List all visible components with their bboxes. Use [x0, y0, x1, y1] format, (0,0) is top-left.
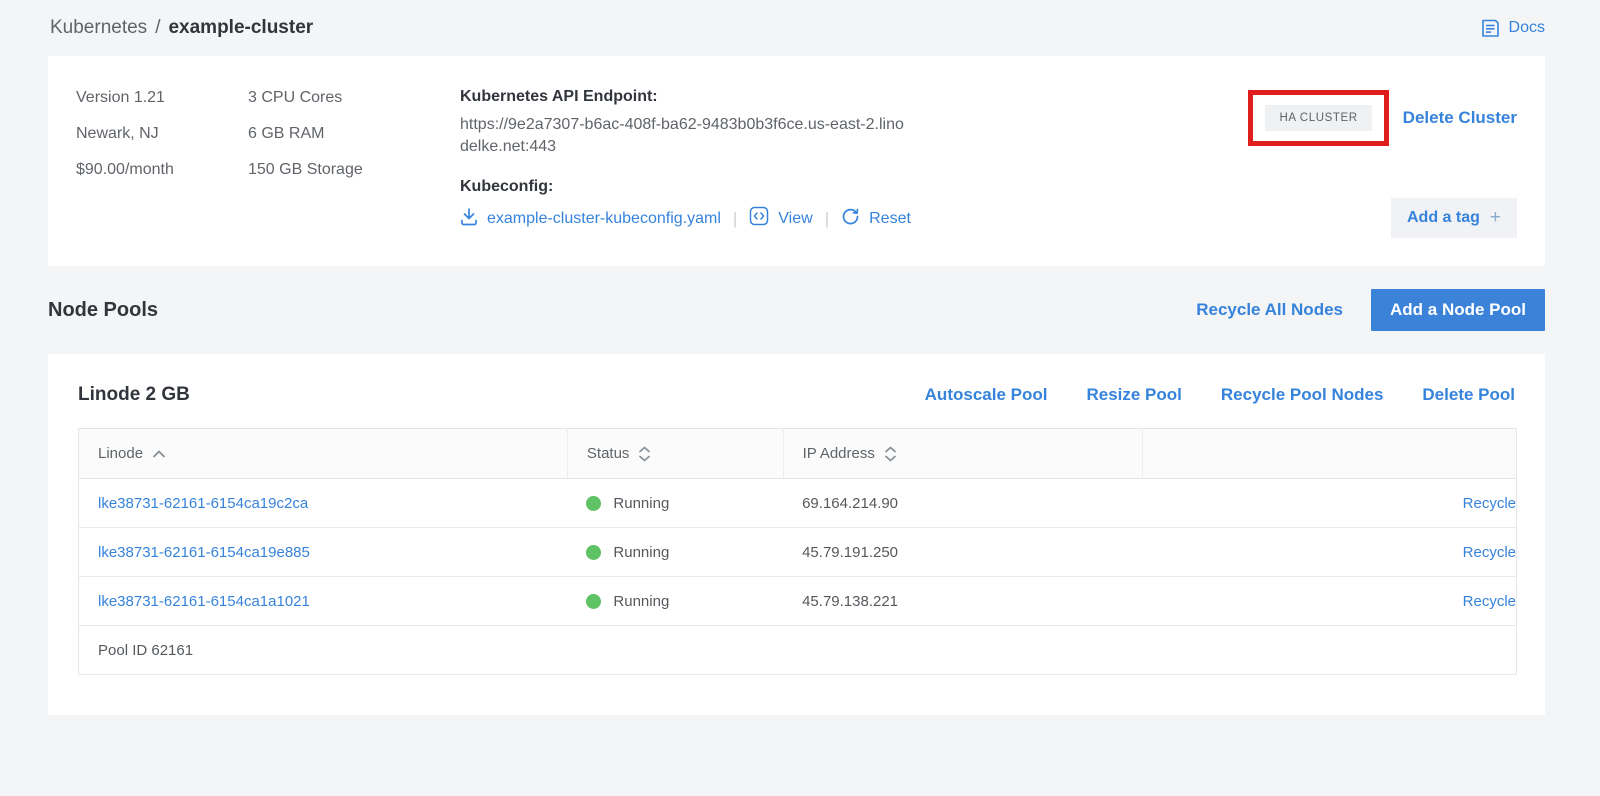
node-pools-title: Node Pools	[48, 299, 158, 322]
cluster-specs: Version 1.21 Newark, NJ $90.00/month 3 C…	[76, 80, 460, 238]
node-link[interactable]: lke38731-62161-6154ca1a1021	[98, 593, 310, 610]
kubeconfig-filename: example-cluster-kubeconfig.yaml	[487, 210, 721, 228]
kubeconfig-download-link[interactable]: example-cluster-kubeconfig.yaml	[460, 207, 721, 231]
view-label: View	[778, 210, 812, 228]
pool-id-label: Pool ID 62161	[79, 626, 1517, 675]
add-tag-label: Add a tag	[1407, 209, 1480, 227]
status-label: Running	[613, 593, 669, 610]
status-running-icon	[586, 545, 601, 560]
sort-both-icon	[638, 446, 651, 462]
recycle-node-button[interactable]: Recycle	[1463, 495, 1516, 512]
endpoint-block: Kubernetes API Endpoint: https://9e2a730…	[460, 80, 960, 238]
node-pool-card: Linode 2 GB Autoscale Pool Resize Pool R…	[48, 354, 1545, 715]
autoscale-pool-button[interactable]: Autoscale Pool	[925, 385, 1048, 405]
divider: |	[825, 209, 829, 229]
spec-cpu: 3 CPU Cores	[248, 89, 460, 107]
spec-version: Version 1.21	[76, 89, 248, 107]
code-view-icon	[749, 206, 769, 231]
sort-by-status[interactable]: Status	[587, 445, 652, 462]
kubeconfig-label: Kubeconfig:	[460, 178, 960, 196]
node-ip: 45.79.191.250	[783, 528, 1143, 577]
column-header-status: Status	[587, 445, 630, 462]
plus-icon: +	[1490, 207, 1501, 229]
sort-by-ip[interactable]: IP Address	[803, 445, 897, 462]
node-link[interactable]: lke38731-62161-6154ca19e885	[98, 544, 310, 561]
summary-right: HA CLUSTER Delete Cluster Add a tag +	[1248, 80, 1517, 238]
node-ip: 69.164.214.90	[783, 479, 1143, 528]
table-row: lke38731-62161-6154ca19c2ca Running 69.1…	[79, 479, 1517, 528]
status-label: Running	[613, 495, 669, 512]
table-row: lke38731-62161-6154ca19e885 Running 45.7…	[79, 528, 1517, 577]
delete-cluster-button[interactable]: Delete Cluster	[1403, 108, 1517, 128]
spec-region: Newark, NJ	[76, 125, 248, 143]
sort-asc-icon	[152, 450, 166, 458]
column-header-linode: Linode	[98, 445, 143, 462]
node-pools-header: Node Pools Recycle All Nodes Add a Node …	[48, 266, 1545, 354]
pool-name: Linode 2 GB	[78, 384, 190, 406]
spec-price: $90.00/month	[76, 161, 248, 179]
recycle-node-button[interactable]: Recycle	[1463, 593, 1516, 610]
pool-id-row: Pool ID 62161	[79, 626, 1517, 675]
ha-cluster-highlight-box: HA CLUSTER	[1248, 90, 1388, 146]
ha-cluster-badge: HA CLUSTER	[1265, 105, 1371, 131]
docs-icon	[1480, 18, 1501, 39]
kubeconfig-reset-link[interactable]: Reset	[841, 207, 911, 231]
breadcrumb-separator: /	[155, 17, 160, 39]
reset-label: Reset	[869, 210, 911, 228]
cluster-summary-card: Version 1.21 Newark, NJ $90.00/month 3 C…	[48, 56, 1545, 266]
add-tag-button[interactable]: Add a tag +	[1391, 198, 1517, 238]
node-link[interactable]: lke38731-62161-6154ca19c2ca	[98, 495, 308, 512]
sort-by-linode[interactable]: Linode	[98, 445, 166, 462]
api-endpoint-url: https://9e2a7307-b6ac-408f-ba62-9483b0b3…	[460, 114, 905, 158]
status-running-icon	[586, 496, 601, 511]
reset-icon	[841, 207, 860, 231]
api-endpoint-label: Kubernetes API Endpoint:	[460, 88, 960, 106]
column-header-ip: IP Address	[803, 445, 875, 462]
recycle-node-button[interactable]: Recycle	[1463, 544, 1516, 561]
breadcrumb-cluster-name: example-cluster	[168, 17, 313, 39]
delete-pool-button[interactable]: Delete Pool	[1422, 385, 1515, 405]
status-running-icon	[586, 594, 601, 609]
top-bar: Kubernetes / example-cluster Docs	[0, 0, 1600, 56]
spec-storage: 150 GB Storage	[248, 161, 460, 179]
node-ip: 45.79.138.221	[783, 577, 1143, 626]
breadcrumb-kubernetes[interactable]: Kubernetes	[50, 17, 147, 39]
nodes-table: Linode Status	[78, 428, 1517, 675]
kubernetes-cluster-page: Kubernetes / example-cluster Docs Versio…	[0, 0, 1600, 796]
divider: |	[733, 209, 737, 229]
pool-head: Linode 2 GB Autoscale Pool Resize Pool R…	[78, 380, 1517, 428]
spec-ram: 6 GB RAM	[248, 125, 460, 143]
breadcrumb: Kubernetes / example-cluster	[50, 17, 313, 39]
recycle-pool-nodes-button[interactable]: Recycle Pool Nodes	[1221, 385, 1384, 405]
resize-pool-button[interactable]: Resize Pool	[1086, 385, 1181, 405]
status-label: Running	[613, 544, 669, 561]
docs-link[interactable]: Docs	[1480, 18, 1545, 39]
kubeconfig-view-link[interactable]: View	[749, 206, 812, 231]
sort-both-icon	[884, 446, 897, 462]
table-row: lke38731-62161-6154ca1a1021 Running 45.7…	[79, 577, 1517, 626]
kubeconfig-block: Kubeconfig: example-cluster-kubeconfig.y…	[460, 178, 960, 231]
download-icon	[460, 207, 478, 231]
add-node-pool-button[interactable]: Add a Node Pool	[1371, 289, 1545, 331]
recycle-all-nodes-button[interactable]: Recycle All Nodes	[1196, 300, 1343, 320]
docs-label: Docs	[1509, 19, 1545, 37]
table-header-row: Linode Status	[79, 429, 1517, 479]
